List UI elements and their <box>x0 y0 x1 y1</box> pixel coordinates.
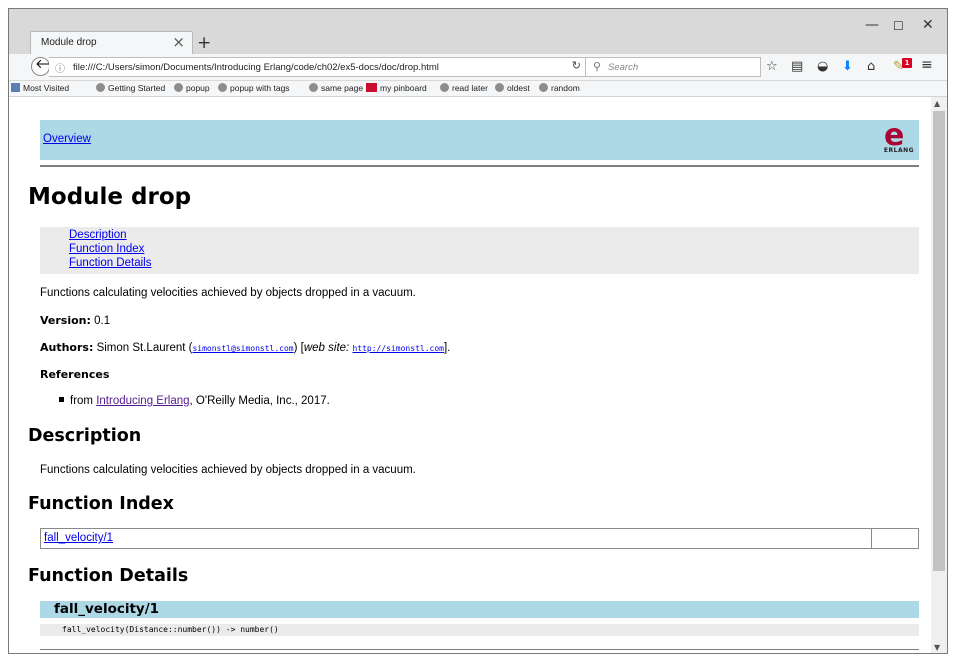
bookmark-popup[interactable]: popup <box>174 83 210 93</box>
divider <box>40 165 919 167</box>
author-email-link[interactable]: simonstl@simonstl.com <box>192 344 293 353</box>
new-tab-button[interactable]: + <box>197 33 211 53</box>
pinboard-icon <box>366 83 377 92</box>
tab-strip: Module drop × + — ☐ ✕ <box>9 9 947 55</box>
table-column-divider <box>871 529 872 548</box>
globe-icon <box>539 83 548 92</box>
bookmark-star-icon[interactable]: ☆ <box>766 59 778 74</box>
search-input[interactable]: ⚲ Search <box>585 57 761 77</box>
globe-icon <box>495 83 504 92</box>
bottom-divider <box>40 649 919 650</box>
tab-module-drop[interactable]: Module drop × <box>30 31 193 55</box>
reference-post: , O'Reilly Media, Inc., 2017. <box>189 395 330 407</box>
fall-velocity-index-link[interactable]: fall_velocity/1 <box>44 532 113 544</box>
toc-description-link[interactable]: Description <box>69 229 127 241</box>
authors-label: Authors: <box>40 341 94 354</box>
description-heading: Description <box>28 426 142 446</box>
erlang-logo-text: ERLANG <box>883 147 915 154</box>
menu-icon[interactable]: ≡ <box>921 57 933 73</box>
reload-icon[interactable]: ↻ <box>572 59 581 72</box>
toc-function-index-link[interactable]: Function Index <box>69 243 144 255</box>
function-signature: fall_velocity(Distance::number()) -> num… <box>40 624 919 636</box>
folder-icon <box>11 83 20 92</box>
tab-title: Module drop <box>41 37 97 48</box>
maximize-button[interactable]: ☐ <box>893 19 904 33</box>
globe-icon <box>309 83 318 92</box>
bookmark-oldest[interactable]: oldest <box>495 83 530 93</box>
bookmark-popup-with-tags[interactable]: popup with tags <box>218 83 290 93</box>
reading-list-icon[interactable]: ▤ <box>791 59 803 74</box>
browser-window: Module drop × + — ☐ ✕ 🡐 ⓘ file:///C:/Use… <box>8 8 948 654</box>
search-placeholder: Search <box>608 62 639 73</box>
bookmark-most-visited[interactable]: Most Visited <box>11 83 69 93</box>
scroll-up-icon[interactable]: ▲ <box>934 99 940 108</box>
bookmark-getting-started[interactable]: Getting Started <box>96 83 165 93</box>
website-close: ]. <box>443 342 451 354</box>
url-text: file:///C:/Users/simon/Documents/Introdu… <box>73 62 439 73</box>
close-tab-icon[interactable]: × <box>172 33 185 51</box>
table-of-contents: Description Function Index Function Deta… <box>40 227 919 274</box>
scrollbar-thumb[interactable] <box>933 111 945 571</box>
globe-icon <box>440 83 449 92</box>
home-icon[interactable]: ⌂ <box>867 59 875 74</box>
pocket-icon[interactable]: ◒ <box>817 59 828 74</box>
globe-icon <box>174 83 183 92</box>
description-text: Functions calculating velocities achieve… <box>40 464 416 476</box>
function-header: fall_velocity/1 <box>40 601 919 618</box>
navigation-bar: 🡐 ⓘ file:///C:/Users/simon/Documents/Int… <box>9 54 947 81</box>
globe-icon <box>218 83 227 92</box>
website-pre: ) [ <box>293 342 304 354</box>
page-content: Overview e ERLANG Module drop Descriptio… <box>9 98 931 653</box>
erlang-logo[interactable]: e ERLANG <box>881 118 917 157</box>
author-name: Simon St.Laurent ( <box>96 342 193 354</box>
back-button[interactable]: 🡐 <box>31 57 70 76</box>
function-signature-text: fall_velocity(Distance::number()) -> num… <box>62 625 279 634</box>
authors-line: Authors: Simon St.Laurent (simonstl@simo… <box>40 341 450 354</box>
bookmarks-toolbar: Most Visited Getting Started popup popup… <box>9 81 947 97</box>
url-bar[interactable]: ⓘ file:///C:/Users/simon/Documents/Intro… <box>49 57 590 77</box>
globe-icon <box>96 83 105 92</box>
bullet-icon <box>59 397 64 402</box>
minimize-button[interactable]: — <box>865 17 879 33</box>
search-icon: ⚲ <box>593 60 602 73</box>
reference-item: from Introducing Erlang, O'Reilly Media,… <box>59 395 330 407</box>
bookmark-random[interactable]: random <box>539 83 580 93</box>
function-index-table: fall_velocity/1 <box>40 528 919 549</box>
bookmark-my-pinboard[interactable]: my pinboard <box>366 83 427 93</box>
vertical-scrollbar[interactable]: ▲ ▼ <box>931 97 947 653</box>
bookmark-read-later[interactable]: read later <box>440 83 488 93</box>
version-line: Version: 0.1 <box>40 314 110 327</box>
nav-banner: Overview e ERLANG <box>40 118 919 160</box>
version-value: 0.1 <box>94 315 111 327</box>
references-heading: References <box>40 368 110 381</box>
page-title: Module drop <box>28 184 192 210</box>
toc-function-details-link[interactable]: Function Details <box>69 257 151 269</box>
function-index-heading: Function Index <box>28 494 174 514</box>
website-link[interactable]: http://simonstl.com <box>352 344 444 353</box>
module-summary: Functions calculating velocities achieve… <box>40 287 416 299</box>
version-label: Version: <box>40 314 91 327</box>
website-label: web site: <box>303 342 350 354</box>
notification-badge: 1 <box>902 58 912 68</box>
introducing-erlang-link[interactable]: Introducing Erlang <box>96 395 189 407</box>
close-window-button[interactable]: ✕ <box>922 17 934 33</box>
download-icon[interactable]: ⬇ <box>842 59 853 74</box>
overview-link[interactable]: Overview <box>43 133 91 145</box>
info-icon[interactable]: ⓘ <box>55 60 65 75</box>
function-details-heading: Function Details <box>28 566 189 586</box>
function-name: fall_velocity/1 <box>54 601 160 617</box>
reference-pre: from <box>70 395 97 407</box>
bookmark-same-page[interactable]: same page <box>309 83 363 93</box>
scroll-down-icon[interactable]: ▼ <box>934 643 940 652</box>
